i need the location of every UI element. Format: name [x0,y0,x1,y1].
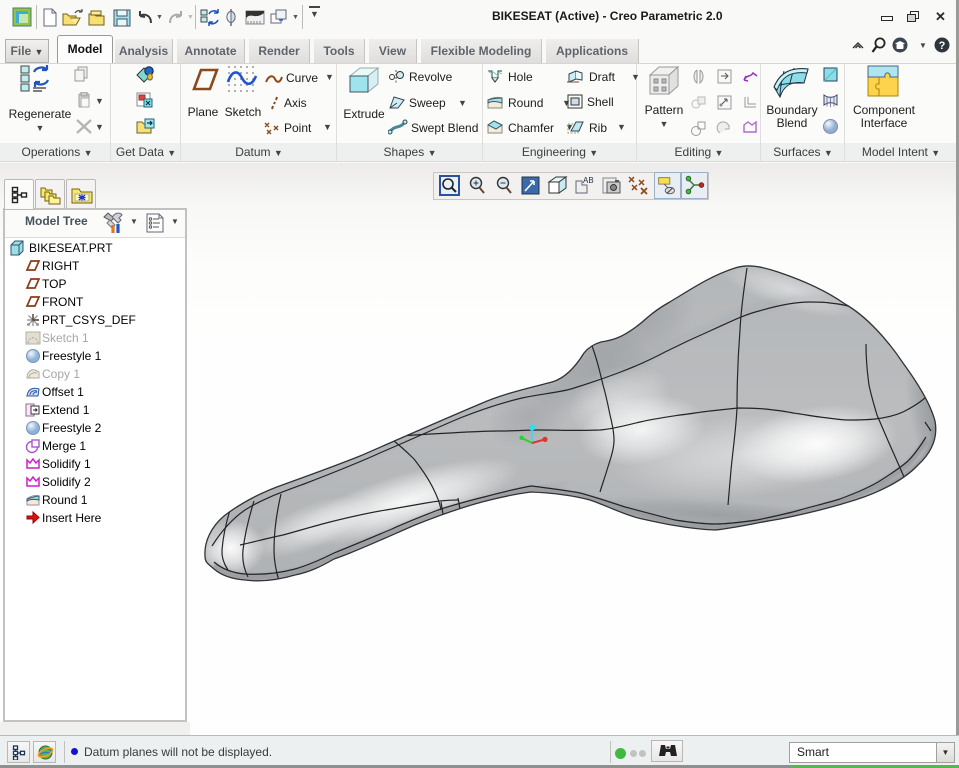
svg-text:?: ? [939,40,946,52]
svg-text:AB: AB [583,176,594,185]
